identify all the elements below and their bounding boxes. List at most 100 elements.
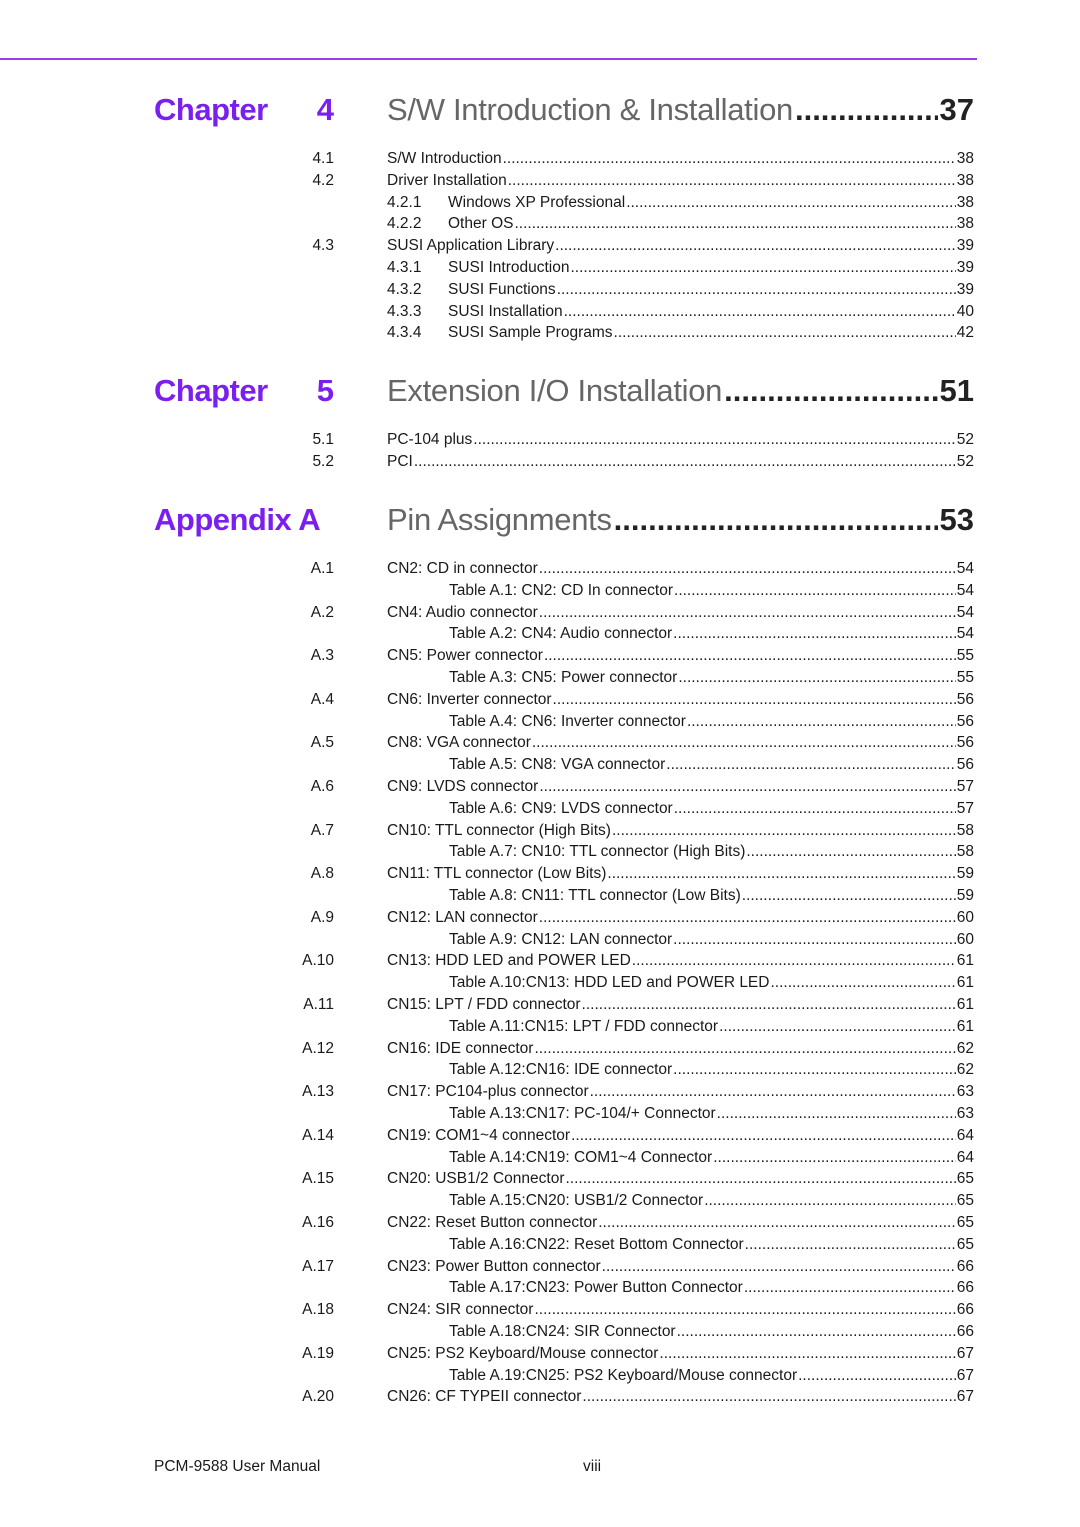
entry-link[interactable]: CN5: Power connector 55 bbox=[387, 647, 974, 665]
toc-entry[interactable]: A.7 CN10: TTL connector (High Bits) 58 bbox=[0, 822, 977, 844]
toc-entry[interactable]: A.15 CN20: USB1/2 Connector 65 bbox=[0, 1170, 977, 1192]
toc-table-entry[interactable]: Table A.1: CN2: CD In connector 54 bbox=[0, 582, 977, 604]
entry-link[interactable]: 4.3.4 SUSI Sample Programs 42 bbox=[387, 324, 974, 342]
toc-table-entry[interactable]: Table A.17:CN23: Power Button Connector 6… bbox=[0, 1279, 977, 1301]
entry-link[interactable]: Table A.1: CN2: CD In connector 54 bbox=[449, 582, 974, 600]
chapter-heading[interactable]: Appendix A Pin Assignments 53 bbox=[0, 502, 977, 546]
entry-link[interactable]: Table A.17:CN23: Power Button Connector 6… bbox=[449, 1279, 974, 1297]
entry-link[interactable]: Table A.4: CN6: Inverter connector 56 bbox=[449, 713, 974, 731]
entry-link[interactable]: CN9: LVDS connector 57 bbox=[387, 778, 974, 796]
entry-link[interactable]: Table A.12:CN16: IDE connector 62 bbox=[449, 1061, 974, 1079]
entry-link[interactable]: Table A.11:CN15: LPT / FDD connector 61 bbox=[449, 1018, 974, 1036]
entry-link[interactable]: Table A.18:CN24: SIR Connector 66 bbox=[449, 1323, 974, 1341]
toc-entry[interactable]: A.14 CN19: COM1~4 connector 64 bbox=[0, 1127, 977, 1149]
entry-link[interactable]: Driver Installation 38 bbox=[387, 172, 974, 190]
toc-table-entry[interactable]: Table A.13:CN17: PC-104/+ Connector 63 bbox=[0, 1105, 977, 1127]
toc-entry[interactable]: A.4 CN6: Inverter connector 56 bbox=[0, 691, 977, 713]
toc-table-entry[interactable]: Table A.16:CN22: Reset Bottom Connector 6… bbox=[0, 1236, 977, 1258]
entry-link[interactable]: 4.3.1 SUSI Introduction 39 bbox=[387, 259, 974, 277]
entry-link[interactable]: CN20: USB1/2 Connector 65 bbox=[387, 1170, 974, 1188]
toc-entry[interactable]: A.8 CN11: TTL connector (Low Bits) 59 bbox=[0, 865, 977, 887]
toc-table-entry[interactable]: Table A.7: CN10: TTL connector (High Bit… bbox=[0, 843, 977, 865]
entry-link[interactable]: Table A.19:CN25: PS2 Keyboard/Mouse conn… bbox=[449, 1367, 974, 1385]
entry-link[interactable]: PC-104 plus 52 bbox=[387, 431, 974, 449]
entry-link[interactable]: Table A.15:CN20: USB1/2 Connector 65 bbox=[449, 1192, 974, 1210]
toc-entry[interactable]: 4.3.4 SUSI Sample Programs 42 bbox=[0, 324, 977, 346]
toc-entry[interactable]: 4.2 Driver Installation 38 bbox=[0, 172, 977, 194]
toc-table-entry[interactable]: Table A.10:CN13: HDD LED and POWER LED 61 bbox=[0, 974, 977, 996]
toc-entry[interactable]: A.18 CN24: SIR connector 66 bbox=[0, 1301, 977, 1323]
entry-link[interactable]: Table A.10:CN13: HDD LED and POWER LED 61 bbox=[449, 974, 974, 992]
toc-table-entry[interactable]: Table A.14:CN19: COM1~4 Connector 64 bbox=[0, 1149, 977, 1171]
toc-entry[interactable]: A.12 CN16: IDE connector 62 bbox=[0, 1040, 977, 1062]
toc-entry[interactable]: 4.3.2 SUSI Functions 39 bbox=[0, 281, 977, 303]
toc-table-entry[interactable]: Table A.11:CN15: LPT / FDD connector 61 bbox=[0, 1018, 977, 1040]
chapter-heading[interactable]: Chapter 5 Extension I/O Installation 51 bbox=[0, 373, 977, 417]
entry-link[interactable]: CN16: IDE connector 62 bbox=[387, 1040, 974, 1058]
toc-entry[interactable]: 4.2.1 Windows XP Professional 38 bbox=[0, 194, 977, 216]
toc-entry[interactable]: A.17 CN23: Power Button connector 66 bbox=[0, 1258, 977, 1280]
entry-link[interactable]: PCI 52 bbox=[387, 453, 974, 471]
entry-link[interactable]: Table A.5: CN8: VGA connector 56 bbox=[449, 756, 974, 774]
toc-entry[interactable]: A.10 CN13: HDD LED and POWER LED 61 bbox=[0, 952, 977, 974]
entry-link[interactable]: Table A.7: CN10: TTL connector (High Bit… bbox=[449, 843, 974, 861]
entry-link[interactable]: CN11: TTL connector (Low Bits) 59 bbox=[387, 865, 974, 883]
toc-table-entry[interactable]: Table A.12:CN16: IDE connector 62 bbox=[0, 1061, 977, 1083]
toc-entry[interactable]: 4.3.1 SUSI Introduction 39 bbox=[0, 259, 977, 281]
toc-entry[interactable]: A.11 CN15: LPT / FDD connector 61 bbox=[0, 996, 977, 1018]
chapter-title-row[interactable]: Extension I/O Installation 51 bbox=[387, 373, 974, 409]
toc-entry[interactable]: A.19 CN25: PS2 Keyboard/Mouse connector 67 bbox=[0, 1345, 977, 1367]
entry-link[interactable]: CN24: SIR connector 66 bbox=[387, 1301, 974, 1319]
toc-table-entry[interactable]: Table A.9: CN12: LAN connector 60 bbox=[0, 931, 977, 953]
entry-link[interactable]: 4.3.2 SUSI Functions 39 bbox=[387, 281, 974, 299]
toc-entry[interactable]: 5.1 PC-104 plus 52 bbox=[0, 431, 977, 453]
toc-entry[interactable]: A.9 CN12: LAN connector 60 bbox=[0, 909, 977, 931]
entry-link[interactable]: CN4: Audio connector 54 bbox=[387, 604, 974, 622]
entry-link[interactable]: CN10: TTL connector (High Bits) 58 bbox=[387, 822, 974, 840]
chapter-title-row[interactable]: S/W Introduction & Installation 37 bbox=[387, 92, 974, 128]
toc-entry[interactable]: A.16 CN22: Reset Button connector 65 bbox=[0, 1214, 977, 1236]
toc-entry[interactable]: 4.3.3 SUSI Installation 40 bbox=[0, 303, 977, 325]
entry-link[interactable]: CN23: Power Button connector 66 bbox=[387, 1258, 974, 1276]
toc-entry[interactable]: 5.2 PCI 52 bbox=[0, 453, 977, 475]
entry-link[interactable]: CN25: PS2 Keyboard/Mouse connector 67 bbox=[387, 1345, 974, 1363]
entry-link[interactable]: CN17: PC104-plus connector 63 bbox=[387, 1083, 974, 1101]
entry-link[interactable]: CN8: VGA connector 56 bbox=[387, 734, 974, 752]
entry-link[interactable]: 4.2.2 Other OS 38 bbox=[387, 215, 974, 233]
entry-link[interactable]: Table A.14:CN19: COM1~4 Connector 64 bbox=[449, 1149, 974, 1167]
entry-link[interactable]: Table A.2: CN4: Audio connector 54 bbox=[449, 625, 974, 643]
entry-link[interactable]: CN15: LPT / FDD connector 61 bbox=[387, 996, 974, 1014]
toc-table-entry[interactable]: Table A.19:CN25: PS2 Keyboard/Mouse conn… bbox=[0, 1367, 977, 1389]
entry-link[interactable]: CN6: Inverter connector 56 bbox=[387, 691, 974, 709]
toc-table-entry[interactable]: Table A.8: CN11: TTL connector (Low Bits… bbox=[0, 887, 977, 909]
toc-entry[interactable]: A.5 CN8: VGA connector 56 bbox=[0, 734, 977, 756]
entry-link[interactable]: CN2: CD in connector 54 bbox=[387, 560, 974, 578]
toc-entry[interactable]: A.13 CN17: PC104-plus connector 63 bbox=[0, 1083, 977, 1105]
toc-entry[interactable]: 4.1 S/W Introduction 38 bbox=[0, 150, 977, 172]
entry-link[interactable]: Table A.16:CN22: Reset Bottom Connector 6… bbox=[449, 1236, 974, 1254]
toc-table-entry[interactable]: Table A.2: CN4: Audio connector 54 bbox=[0, 625, 977, 647]
toc-entry[interactable]: A.1 CN2: CD in connector 54 bbox=[0, 560, 977, 582]
toc-entry[interactable]: A.6 CN9: LVDS connector 57 bbox=[0, 778, 977, 800]
toc-table-entry[interactable]: Table A.3: CN5: Power connector 55 bbox=[0, 669, 977, 691]
toc-table-entry[interactable]: Table A.6: CN9: LVDS connector 57 bbox=[0, 800, 977, 822]
entry-link[interactable]: 4.3.3 SUSI Installation 40 bbox=[387, 303, 974, 321]
toc-entry[interactable]: 4.2.2 Other OS 38 bbox=[0, 215, 977, 237]
toc-table-entry[interactable]: Table A.4: CN6: Inverter connector 56 bbox=[0, 713, 977, 735]
chapter-heading[interactable]: Chapter 4 S/W Introduction & Installation 3… bbox=[0, 92, 977, 136]
entry-link[interactable]: Table A.13:CN17: PC-104/+ Connector 63 bbox=[449, 1105, 974, 1123]
entry-link[interactable]: CN12: LAN connector 60 bbox=[387, 909, 974, 927]
entry-link[interactable]: CN26: CF TYPEII connector 67 bbox=[387, 1388, 974, 1406]
toc-table-entry[interactable]: Table A.18:CN24: SIR Connector 66 bbox=[0, 1323, 977, 1345]
toc-entry[interactable]: 4.3 SUSI Application Library 39 bbox=[0, 237, 977, 259]
entry-link[interactable]: Table A.8: CN11: TTL connector (Low Bits… bbox=[449, 887, 974, 905]
entry-link[interactable]: CN13: HDD LED and POWER LED 61 bbox=[387, 952, 974, 970]
entry-link[interactable]: CN19: COM1~4 connector 64 bbox=[387, 1127, 974, 1145]
entry-link[interactable]: S/W Introduction 38 bbox=[387, 150, 974, 168]
entry-link[interactable]: CN22: Reset Button connector 65 bbox=[387, 1214, 974, 1232]
toc-entry[interactable]: A.3 CN5: Power connector 55 bbox=[0, 647, 977, 669]
toc-entry[interactable]: A.20 CN26: CF TYPEII connector 67 bbox=[0, 1388, 977, 1410]
entry-link[interactable]: Table A.6: CN9: LVDS connector 57 bbox=[449, 800, 974, 818]
toc-table-entry[interactable]: Table A.5: CN8: VGA connector 56 bbox=[0, 756, 977, 778]
chapter-title-row[interactable]: Pin Assignments 53 bbox=[387, 502, 974, 538]
